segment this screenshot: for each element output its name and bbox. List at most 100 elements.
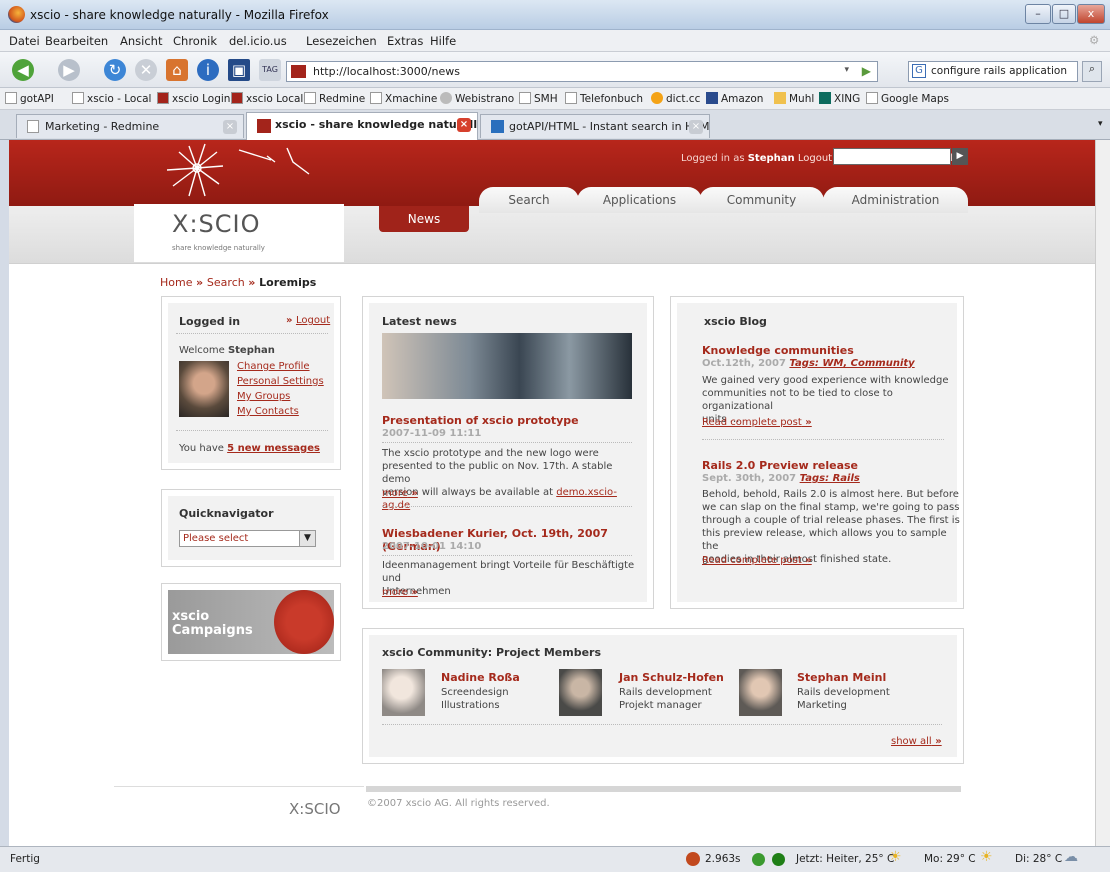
- stop-icon[interactable]: ✕: [135, 59, 157, 81]
- menu-delicious[interactable]: del.icio.us: [229, 34, 287, 48]
- home-icon[interactable]: ⌂: [166, 59, 188, 81]
- close-tab-icon[interactable]: ×: [223, 120, 237, 134]
- maximize-button[interactable]: □: [1052, 4, 1076, 24]
- read-post-link[interactable]: Read complete post »: [702, 417, 812, 428]
- url-dropdown-icon[interactable]: ▾: [844, 65, 849, 75]
- xscio-logo[interactable]: X:SCIO share knowledge naturally: [134, 204, 344, 262]
- menu-bearbeiten[interactable]: Bearbeiten: [45, 34, 108, 48]
- change-profile-link[interactable]: Change Profile: [237, 361, 310, 372]
- quicknav-select[interactable]: Please select: [179, 530, 316, 547]
- bookmark-google-maps[interactable]: Google Maps: [866, 92, 949, 105]
- go-icon[interactable]: ▶: [862, 64, 871, 78]
- campaigns-banner[interactable]: xscio Campaigns: [161, 583, 341, 661]
- weather-tuesday[interactable]: Di: 28° C: [1015, 853, 1062, 865]
- chevron-down-icon[interactable]: ▼: [299, 531, 315, 546]
- new-messages-link[interactable]: 5 new messages: [227, 443, 320, 454]
- member-name[interactable]: Nadine Roßa: [441, 671, 520, 684]
- bookmark-xmachine[interactable]: Xmachine: [370, 92, 437, 105]
- site-header: Logged in as Stephan Logout | Contact | …: [9, 140, 1095, 264]
- weather-now[interactable]: Jetzt: Heiter, 25° C: [796, 853, 894, 865]
- firebug-icon[interactable]: [686, 852, 700, 866]
- logged-in-label: Logged in as: [681, 153, 745, 164]
- bookmark-gotapi[interactable]: gotAPI: [5, 92, 54, 105]
- blog-post-tags[interactable]: Tags: Rails: [800, 473, 860, 484]
- news-panel: Latest news Presentation of xscio protot…: [362, 296, 654, 609]
- menu-hilfe[interactable]: Hilfe: [430, 34, 456, 48]
- bookmark-webistrano[interactable]: Webistrano: [440, 92, 514, 105]
- read-post-link[interactable]: Read complete post »: [702, 555, 812, 566]
- bookmark-smh[interactable]: SMH: [519, 92, 558, 105]
- minimize-button[interactable]: –: [1025, 4, 1051, 24]
- weather-monday[interactable]: Mo: 29° C: [924, 853, 976, 865]
- bookmark-amazon[interactable]: Amazon: [706, 92, 763, 105]
- page-viewport: Logged in as Stephan Logout | Contact | …: [9, 140, 1095, 846]
- news-item-title[interactable]: Presentation of xscio prototype: [382, 414, 579, 427]
- bookmark-xscio-local[interactable]: xscio - Local: [72, 92, 151, 105]
- user-name: Stephan: [747, 153, 795, 164]
- menu-extras[interactable]: Extras: [387, 34, 423, 48]
- scrollbar[interactable]: [1095, 140, 1110, 846]
- close-tab-icon[interactable]: ×: [457, 118, 471, 132]
- tab-applications[interactable]: Applications: [577, 187, 702, 213]
- logout-link[interactable]: » Logout: [286, 315, 330, 326]
- tab-community[interactable]: Community: [699, 187, 824, 213]
- blog-post-tags[interactable]: Tags: WM, Community: [789, 358, 914, 369]
- bookmark-xscio-login[interactable]: xscio Login: [157, 92, 230, 105]
- tab-news[interactable]: News: [379, 206, 469, 232]
- close-tab-icon[interactable]: ×: [689, 120, 703, 134]
- menu-datei[interactable]: Datei: [9, 34, 40, 48]
- forward-icon[interactable]: ▶: [58, 59, 80, 81]
- more-link[interactable]: more »: [382, 587, 418, 598]
- menu-bar: Datei Bearbeiten Ansicht Chronik del.ici…: [0, 30, 1110, 52]
- reload-icon[interactable]: ↻: [104, 59, 126, 81]
- info-icon[interactable]: i: [197, 59, 219, 81]
- tab-list-icon[interactable]: ▾: [1098, 119, 1103, 129]
- bookmark-xing[interactable]: XING: [819, 92, 860, 105]
- bookmark-redmine[interactable]: Redmine: [304, 92, 365, 105]
- load-time: 2.963s: [705, 853, 741, 865]
- personal-settings-link[interactable]: Personal Settings: [237, 376, 324, 387]
- breadcrumb-search[interactable]: Search: [207, 276, 245, 289]
- bookmark-dictcc[interactable]: dict.cc: [651, 92, 700, 105]
- news-title: Latest news: [382, 315, 457, 328]
- gotapi-icon: [491, 120, 504, 133]
- tab-search[interactable]: Search: [479, 187, 579, 213]
- back-icon[interactable]: ◀: [12, 59, 34, 81]
- blog-post-title[interactable]: Knowledge communities: [702, 344, 854, 357]
- status-green-icon[interactable]: [772, 853, 785, 866]
- firefox-icon: [8, 6, 25, 23]
- member-name[interactable]: Stephan Meinl: [797, 671, 886, 684]
- url-bar[interactable]: http://localhost:3000/news ▾ ▶: [286, 61, 878, 82]
- menu-chronik[interactable]: Chronik: [173, 34, 217, 48]
- search-input[interactable]: configure rails application: [931, 65, 1067, 77]
- google-icon[interactable]: G: [912, 64, 926, 78]
- menu-ansicht[interactable]: Ansicht: [120, 34, 162, 48]
- bookmark-xscio-local2[interactable]: xscio Local: [231, 92, 303, 105]
- tab-marketing-redmine[interactable]: Marketing - Redmine ×: [16, 114, 244, 138]
- blog-post-title[interactable]: Rails 2.0 Preview release: [702, 459, 858, 472]
- tab-label: Marketing - Redmine: [45, 120, 160, 133]
- blog-panel: xscio Blog Knowledge communities Oct.12t…: [670, 296, 964, 609]
- breadcrumb-home[interactable]: Home: [160, 276, 192, 289]
- my-contacts-link[interactable]: My Contacts: [237, 406, 299, 417]
- tab-administration[interactable]: Administration: [823, 187, 968, 213]
- menu-lesezeichen[interactable]: Lesezeichen: [306, 34, 377, 48]
- bookmark-telefonbuch[interactable]: Telefonbuch: [565, 92, 643, 105]
- bookmark-icon[interactable]: ▣: [228, 59, 250, 81]
- bookmark-muhl[interactable]: Muhl: [774, 92, 814, 105]
- header-search-button[interactable]: ▶: [952, 148, 968, 165]
- url-input[interactable]: http://localhost:3000/news: [313, 65, 460, 78]
- check-icon[interactable]: [752, 853, 765, 866]
- more-link[interactable]: more »: [382, 488, 418, 499]
- search-bar[interactable]: G configure rails application: [908, 61, 1078, 82]
- my-groups-link[interactable]: My Groups: [237, 391, 290, 402]
- close-window-button[interactable]: x: [1077, 4, 1105, 24]
- header-search-input[interactable]: [833, 148, 951, 165]
- search-go-icon[interactable]: ⌕: [1082, 61, 1102, 82]
- tab-gotapi[interactable]: gotAPI/HTML - Instant search in HTML ...…: [480, 114, 710, 138]
- tab-xscio[interactable]: xscio - share knowledge naturally ×: [246, 112, 478, 140]
- show-all-link[interactable]: show all »: [891, 736, 942, 747]
- member-photo: [382, 669, 425, 716]
- member-name[interactable]: Jan Schulz-Hofen: [619, 671, 724, 684]
- tag-icon[interactable]: TAG: [259, 59, 281, 81]
